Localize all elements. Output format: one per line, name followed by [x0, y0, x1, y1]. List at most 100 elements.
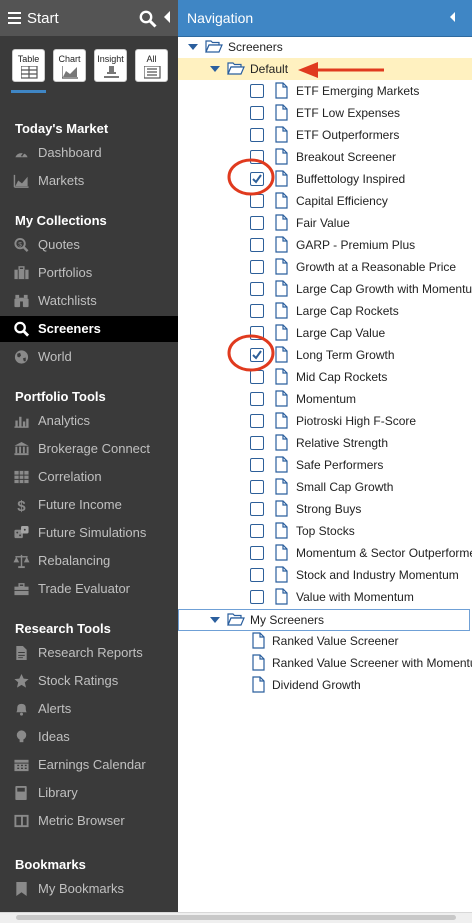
- sidebar-item-label: Rebalancing: [38, 553, 111, 568]
- collapse-sidebar-icon[interactable]: [164, 11, 170, 23]
- list-icon: [144, 66, 161, 79]
- calendar-icon: [13, 757, 30, 773]
- document-icon: [275, 126, 288, 143]
- globe-icon: [13, 349, 30, 365]
- document-icon: [275, 236, 288, 253]
- document-icon: [275, 258, 288, 275]
- screener-checkbox[interactable]: [250, 392, 264, 406]
- document-icon: [275, 302, 288, 319]
- section-heading: My Collections: [15, 213, 107, 228]
- sidebar-item-dashboard[interactable]: Dashboard: [0, 140, 178, 166]
- screener-checkbox[interactable]: [250, 128, 264, 142]
- sidebar-item-label: Library: [38, 785, 78, 800]
- folder-open-icon: [205, 40, 223, 53]
- sidebar-item-trade-evaluator[interactable]: Trade Evaluator: [0, 576, 178, 602]
- sidebar-item-earnings-calendar[interactable]: Earnings Calendar: [0, 752, 178, 778]
- screener-checkbox[interactable]: [250, 436, 264, 450]
- horizontal-scrollbar[interactable]: [0, 912, 472, 923]
- mode-button-label: All: [146, 54, 157, 64]
- screener-checkbox[interactable]: [250, 480, 264, 494]
- mode-button-table[interactable]: Table: [12, 49, 45, 82]
- sidebar-item-alerts[interactable]: Alerts: [0, 696, 178, 722]
- sidebar-item-correlation[interactable]: Correlation: [0, 464, 178, 490]
- sidebar-item-future-income[interactable]: $ Future Income: [0, 492, 178, 518]
- annotation-circle-icon: [227, 158, 275, 196]
- document-icon: [252, 654, 265, 671]
- sidebar-item-watchlists[interactable]: Watchlists: [0, 288, 178, 314]
- screener-checkbox[interactable]: [250, 568, 264, 582]
- screener-checkbox[interactable]: [250, 590, 264, 604]
- screener-checkbox[interactable]: [250, 260, 264, 274]
- mode-button-chart[interactable]: Chart: [53, 49, 86, 82]
- screener-label: ETF Emerging Markets: [296, 84, 420, 98]
- mode-button-insight[interactable]: Insight: [94, 49, 127, 82]
- sidebar-item-analytics[interactable]: Analytics: [0, 408, 178, 434]
- sidebar-item-library[interactable]: Library: [0, 780, 178, 806]
- mode-button-label: Table: [17, 54, 40, 64]
- expand-arrow-icon[interactable]: [188, 44, 198, 50]
- document-icon: [275, 434, 288, 451]
- screener-checkbox[interactable]: [250, 458, 264, 472]
- screener-label: Capital Efficiency: [296, 194, 388, 208]
- search-icon[interactable]: [139, 10, 157, 28]
- expand-arrow-icon[interactable]: [210, 66, 220, 72]
- bell-icon: [13, 701, 30, 717]
- sidebar-item-rebalancing[interactable]: Rebalancing: [0, 548, 178, 574]
- document-icon: [275, 82, 288, 99]
- screener-checkbox[interactable]: [250, 216, 264, 230]
- hamburger-menu-icon[interactable]: [8, 12, 21, 24]
- mode-button-all[interactable]: All: [135, 49, 168, 82]
- sidebar-item-brokerage-connect[interactable]: Brokerage Connect: [0, 436, 178, 462]
- document-icon: [275, 368, 288, 385]
- screener-label: Safe Performers: [296, 458, 384, 472]
- sidebar-item-quotes[interactable]: $ Quotes: [0, 232, 178, 258]
- sidebar-item-world[interactable]: World: [0, 344, 178, 370]
- sidebar-item-my-bookmarks[interactable]: My Bookmarks: [0, 876, 178, 902]
- collapse-navigation-icon[interactable]: [450, 12, 455, 22]
- sidebar-item-screeners[interactable]: Screeners: [0, 316, 178, 342]
- scrollbar-thumb[interactable]: [16, 915, 456, 920]
- sidebar-item-label: Dashboard: [38, 145, 102, 160]
- sidebar-item-markets[interactable]: Markets: [0, 168, 178, 194]
- section-heading: Research Tools: [15, 621, 111, 636]
- screener-label: Breakout Screener: [296, 150, 397, 164]
- section-heading: Portfolio Tools: [15, 389, 106, 404]
- area-chart-icon: [13, 173, 30, 189]
- sidebar-item-future-simulations[interactable]: Future Simulations: [0, 520, 178, 546]
- screener-label: GARP - Premium Plus: [296, 238, 416, 252]
- screener-checkbox[interactable]: [250, 282, 264, 296]
- document-icon: [275, 346, 288, 363]
- screener-checkbox[interactable]: [250, 524, 264, 538]
- screener-checkbox[interactable]: [250, 84, 264, 98]
- navigation-title: Navigation: [187, 10, 254, 26]
- bank-icon: [13, 441, 30, 457]
- svg-text:$: $: [17, 498, 26, 513]
- screener-checkbox[interactable]: [250, 238, 264, 252]
- document-icon: [275, 324, 288, 341]
- screener-checkbox[interactable]: [250, 546, 264, 560]
- mode-button-label: Chart: [58, 54, 81, 64]
- star-icon: [13, 673, 30, 689]
- screener-label: Fair Value: [296, 216, 350, 230]
- sidebar-item-metric-browser[interactable]: Metric Browser: [0, 808, 178, 834]
- section-heading: Bookmarks: [15, 857, 86, 872]
- tree-folder-label: My Screeners: [250, 613, 325, 627]
- sidebar-item-portfolios[interactable]: Portfolios: [0, 260, 178, 286]
- screener-checkbox[interactable]: [250, 304, 264, 318]
- screener-label: Small Cap Growth: [296, 480, 394, 494]
- sidebar-item-research-reports[interactable]: Research Reports: [0, 640, 178, 666]
- screener-checkbox[interactable]: [250, 106, 264, 120]
- expand-arrow-icon[interactable]: [210, 617, 220, 623]
- screener-checkbox[interactable]: [250, 502, 264, 516]
- document-icon: [275, 566, 288, 583]
- sidebar-item-stock-ratings[interactable]: Stock Ratings: [0, 668, 178, 694]
- bar-chart-icon: [13, 413, 30, 429]
- sidebar-item-label: Alerts: [38, 701, 72, 716]
- dashboard-icon: [13, 145, 30, 161]
- screener-checkbox[interactable]: [250, 414, 264, 428]
- sidebar-item-ideas[interactable]: Ideas: [0, 724, 178, 750]
- book-icon: [13, 785, 30, 801]
- annotation-circle-icon: [227, 334, 275, 372]
- screener-label: Large Cap Growth with Momentum: [296, 282, 472, 296]
- sidebar-item-label: Future Simulations: [38, 525, 147, 540]
